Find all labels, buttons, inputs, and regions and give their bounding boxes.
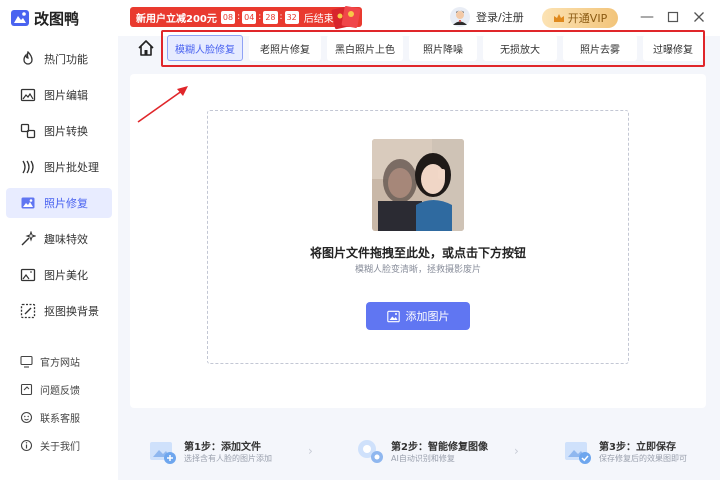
step-desc: 选择含有人脸的图片添加: [184, 454, 272, 463]
sidebar-item-label: 图片批处理: [44, 161, 99, 174]
add-image-button[interactable]: 添加图片: [366, 302, 470, 330]
step-title: 第1步：添加文件: [184, 442, 261, 453]
monitor-icon: [20, 355, 33, 368]
cutout-icon: [20, 303, 36, 319]
add-file-icon: [150, 442, 176, 464]
app-logo-icon: [11, 10, 29, 26]
countdown-days: 08: [220, 10, 236, 24]
drop-zone-title: 将图片文件拖拽至此处，或点击下方按钮: [309, 246, 526, 260]
sidebar-item-label: 图片转换: [44, 125, 88, 138]
countdown-minutes: 28: [263, 10, 278, 24]
login-button[interactable]: 登录/注册: [450, 6, 524, 28]
sidebar-item-photo-repair[interactable]: 照片修复: [6, 188, 112, 218]
home-icon[interactable]: [136, 38, 156, 58]
step-title: 第2步：智能修复图像: [391, 442, 488, 453]
chevron-right-icon: ›: [308, 444, 313, 458]
sample-photo: [372, 139, 464, 231]
batch-icon: [22, 160, 34, 174]
login-label: 登录/注册: [476, 11, 524, 24]
sidebar-item-image-convert[interactable]: 图片转换: [6, 116, 112, 146]
step-desc: AI自动识别和修复: [391, 454, 455, 463]
sidebar-footer-website[interactable]: 官方网站: [6, 350, 112, 372]
annotation-arrow: [137, 86, 188, 123]
sidebar-footer-about[interactable]: 关于我们: [6, 434, 112, 456]
footer-label: 官方网站: [40, 357, 80, 369]
countdown-seconds: 32: [284, 10, 299, 24]
sidebar: 热门功能 图片编辑 图片转换 图片批处理 照片修复 趣味特效 图片美化 抠图换背…: [0, 36, 118, 480]
sidebar-footer-feedback[interactable]: 问题反馈: [6, 378, 112, 400]
crown-icon: [553, 14, 564, 22]
footer-label: 问题反馈: [40, 385, 80, 397]
photo-repair-icon: [21, 197, 35, 209]
maximize-icon[interactable]: [664, 8, 682, 26]
promo-text: 新用户立减200元: [136, 13, 217, 25]
footer-label: 关于我们: [40, 441, 80, 453]
chevron-right-icon: ›: [514, 444, 519, 458]
sidebar-item-hot[interactable]: 热门功能: [6, 44, 112, 74]
beautify-icon: [20, 268, 36, 282]
step-title: 第3步：立即保存: [599, 442, 676, 453]
vip-label: 开通VIP: [567, 12, 608, 25]
flame-icon: [23, 51, 33, 65]
promo-banner[interactable]: 新用户立减200元 08: 04: 28: 32 后结束: [130, 7, 362, 27]
feedback-icon: [20, 383, 33, 395]
sidebar-item-cutout[interactable]: 抠图换背景: [6, 296, 112, 326]
sparkle-icon: [21, 231, 36, 246]
sidebar-item-batch[interactable]: 图片批处理: [6, 152, 112, 182]
step-desc: 保存修复后的效果图即可: [599, 454, 687, 463]
convert-icon: [20, 123, 36, 139]
sidebar-item-label: 抠图换背景: [44, 305, 99, 318]
minimize-icon[interactable]: —: [638, 8, 656, 26]
close-icon[interactable]: [690, 8, 708, 26]
image-icon: [386, 310, 400, 322]
add-image-label: 添加图片: [405, 310, 450, 323]
save-image-icon: [565, 442, 591, 464]
service-icon: [20, 411, 33, 423]
sidebar-item-image-edit[interactable]: 图片编辑: [6, 80, 112, 110]
image-edit-icon: [20, 88, 36, 102]
sidebar-item-label: 图片编辑: [44, 89, 88, 102]
sidebar-item-label: 热门功能: [44, 53, 88, 66]
footer-label: 联系客服: [40, 413, 80, 425]
user-avatar-icon: [450, 7, 470, 27]
sidebar-item-fun-effects[interactable]: 趣味特效: [6, 224, 112, 254]
sidebar-footer-service[interactable]: 联系客服: [6, 406, 112, 428]
countdown-hours: 04: [242, 10, 257, 24]
info-icon: [20, 439, 33, 451]
drop-zone-subtitle: 模糊人脸变清晰，拯救摄影废片: [354, 265, 481, 275]
app-title: 改图鸭: [34, 10, 80, 28]
sidebar-item-label: 图片美化: [44, 269, 88, 282]
red-envelope-icon[interactable]: [330, 4, 362, 30]
sidebar-item-beautify[interactable]: 图片美化: [6, 260, 112, 290]
sidebar-item-label: 照片修复: [44, 197, 88, 210]
tabs-highlight-box: [161, 30, 705, 67]
gear-icon: [358, 440, 383, 463]
sidebar-item-label: 趣味特效: [44, 233, 88, 246]
vip-button[interactable]: 开通VIP: [542, 8, 618, 28]
